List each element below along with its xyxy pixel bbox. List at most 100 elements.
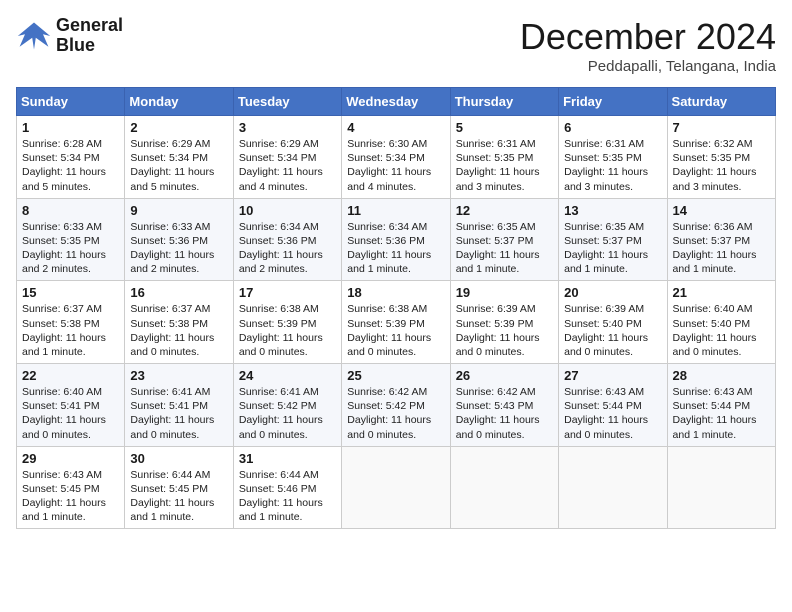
day-number: 10	[239, 203, 336, 218]
calendar-cell: 16Sunrise: 6:37 AMSunset: 5:38 PMDayligh…	[125, 281, 233, 364]
day-number: 5	[456, 120, 553, 135]
month-title: December 2024	[520, 16, 776, 58]
day-info: Sunrise: 6:41 AMSunset: 5:42 PMDaylight:…	[239, 385, 336, 442]
calendar-cell: 1 Sunrise: 6:28 AMSunset: 5:34 PMDaylight…	[17, 116, 125, 199]
calendar-cell: 21Sunrise: 6:40 AMSunset: 5:40 PMDayligh…	[667, 281, 775, 364]
day-number: 18	[347, 285, 444, 300]
day-info: Sunrise: 6:43 AMSunset: 5:44 PMDaylight:…	[564, 385, 661, 442]
day-number: 20	[564, 285, 661, 300]
day-info: Sunrise: 6:34 AMSunset: 5:36 PMDaylight:…	[347, 220, 444, 277]
day-number: 28	[673, 368, 770, 383]
day-number: 6	[564, 120, 661, 135]
day-info: Sunrise: 6:38 AMSunset: 5:39 PMDaylight:…	[347, 302, 444, 359]
calendar-cell: 6 Sunrise: 6:31 AMSunset: 5:35 PMDaylight…	[559, 116, 667, 199]
calendar-cell: 30 Sunrise: 6:44 AMSunset: 5:45 PMDayligh…	[125, 446, 233, 529]
calendar-cell: 15 Sunrise: 6:37 AMSunset: 5:38 PMDayligh…	[17, 281, 125, 364]
day-info: Sunrise: 6:28 AMSunset: 5:34 PMDaylight:…	[22, 137, 119, 194]
day-number: 24	[239, 368, 336, 383]
day-number: 27	[564, 368, 661, 383]
calendar-cell: 25Sunrise: 6:42 AMSunset: 5:42 PMDayligh…	[342, 364, 450, 447]
calendar-cell: 4 Sunrise: 6:30 AMSunset: 5:34 PMDaylight…	[342, 116, 450, 199]
day-number: 30	[130, 451, 227, 466]
day-number: 7	[673, 120, 770, 135]
day-info: Sunrise: 6:39 AMSunset: 5:39 PMDaylight:…	[456, 302, 553, 359]
day-info: Sunrise: 6:42 AMSunset: 5:42 PMDaylight:…	[347, 385, 444, 442]
calendar-week-row: 1 Sunrise: 6:28 AMSunset: 5:34 PMDaylight…	[17, 116, 776, 199]
day-number: 31	[239, 451, 336, 466]
day-info: Sunrise: 6:33 AMSunset: 5:36 PMDaylight:…	[130, 220, 227, 277]
calendar-cell: 7 Sunrise: 6:32 AMSunset: 5:35 PMDaylight…	[667, 116, 775, 199]
calendar-day-header: Saturday	[667, 88, 775, 116]
day-info: Sunrise: 6:39 AMSunset: 5:40 PMDaylight:…	[564, 302, 661, 359]
day-number: 19	[456, 285, 553, 300]
calendar-table: SundayMondayTuesdayWednesdayThursdayFrid…	[16, 87, 776, 529]
calendar-cell: 27 Sunrise: 6:43 AMSunset: 5:44 PMDayligh…	[559, 364, 667, 447]
calendar-day-header: Monday	[125, 88, 233, 116]
day-number: 16	[130, 285, 227, 300]
day-number: 26	[456, 368, 553, 383]
day-number: 23	[130, 368, 227, 383]
day-number: 1	[22, 120, 119, 135]
calendar-cell	[450, 446, 558, 529]
calendar-day-header: Sunday	[17, 88, 125, 116]
logo: General Blue	[16, 16, 123, 56]
day-info: Sunrise: 6:44 AMSunset: 5:46 PMDaylight:…	[239, 468, 336, 525]
day-info: Sunrise: 6:37 AMSunset: 5:38 PMDaylight:…	[22, 302, 119, 359]
calendar-cell: 9Sunrise: 6:33 AMSunset: 5:36 PMDaylight…	[125, 198, 233, 281]
day-info: Sunrise: 6:31 AMSunset: 5:35 PMDaylight:…	[564, 137, 661, 194]
calendar-week-row: 8Sunrise: 6:33 AMSunset: 5:35 PMDaylight…	[17, 198, 776, 281]
calendar-cell: 13Sunrise: 6:35 AMSunset: 5:37 PMDayligh…	[559, 198, 667, 281]
calendar-cell: 31 Sunrise: 6:44 AMSunset: 5:46 PMDayligh…	[233, 446, 341, 529]
day-number: 4	[347, 120, 444, 135]
calendar-cell: 14 Sunrise: 6:36 AMSunset: 5:37 PMDayligh…	[667, 198, 775, 281]
day-number: 8	[22, 203, 119, 218]
day-info: Sunrise: 6:43 AMSunset: 5:44 PMDaylight:…	[673, 385, 770, 442]
calendar-cell: 3 Sunrise: 6:29 AMSunset: 5:34 PMDaylight…	[233, 116, 341, 199]
day-number: 11	[347, 203, 444, 218]
calendar-cell	[667, 446, 775, 529]
day-info: Sunrise: 6:34 AMSunset: 5:36 PMDaylight:…	[239, 220, 336, 277]
day-info: Sunrise: 6:44 AMSunset: 5:45 PMDaylight:…	[130, 468, 227, 525]
calendar-cell: 18 Sunrise: 6:38 AMSunset: 5:39 PMDayligh…	[342, 281, 450, 364]
day-info: Sunrise: 6:41 AMSunset: 5:41 PMDaylight:…	[130, 385, 227, 442]
logo-bird-icon	[16, 18, 52, 54]
day-number: 29	[22, 451, 119, 466]
day-info: Sunrise: 6:43 AMSunset: 5:45 PMDaylight:…	[22, 468, 119, 525]
day-info: Sunrise: 6:32 AMSunset: 5:35 PMDaylight:…	[673, 137, 770, 194]
calendar-header-row: SundayMondayTuesdayWednesdayThursdayFrid…	[17, 88, 776, 116]
day-info: Sunrise: 6:40 AMSunset: 5:40 PMDaylight:…	[673, 302, 770, 359]
calendar-cell: 10 Sunrise: 6:34 AMSunset: 5:36 PMDayligh…	[233, 198, 341, 281]
calendar-cell: 23 Sunrise: 6:41 AMSunset: 5:41 PMDayligh…	[125, 364, 233, 447]
calendar-cell: 2 Sunrise: 6:29 AMSunset: 5:34 PMDaylight…	[125, 116, 233, 199]
page-header: General Blue December 2024 Peddapalli, T…	[16, 16, 776, 75]
calendar-cell	[559, 446, 667, 529]
day-number: 15	[22, 285, 119, 300]
calendar-cell: 22 Sunrise: 6:40 AMSunset: 5:41 PMDayligh…	[17, 364, 125, 447]
day-info: Sunrise: 6:36 AMSunset: 5:37 PMDaylight:…	[673, 220, 770, 277]
calendar-cell: 24 Sunrise: 6:41 AMSunset: 5:42 PMDayligh…	[233, 364, 341, 447]
calendar-cell: 28 Sunrise: 6:43 AMSunset: 5:44 PMDayligh…	[667, 364, 775, 447]
day-info: Sunrise: 6:30 AMSunset: 5:34 PMDaylight:…	[347, 137, 444, 194]
calendar-week-row: 22 Sunrise: 6:40 AMSunset: 5:41 PMDayligh…	[17, 364, 776, 447]
calendar-cell: 19 Sunrise: 6:39 AMSunset: 5:39 PMDayligh…	[450, 281, 558, 364]
day-info: Sunrise: 6:29 AMSunset: 5:34 PMDaylight:…	[239, 137, 336, 194]
calendar-cell: 17Sunrise: 6:38 AMSunset: 5:39 PMDayligh…	[233, 281, 341, 364]
day-number: 12	[456, 203, 553, 218]
day-info: Sunrise: 6:42 AMSunset: 5:43 PMDaylight:…	[456, 385, 553, 442]
day-number: 14	[673, 203, 770, 218]
calendar-cell: 20 Sunrise: 6:39 AMSunset: 5:40 PMDayligh…	[559, 281, 667, 364]
calendar-cell: 26 Sunrise: 6:42 AMSunset: 5:43 PMDayligh…	[450, 364, 558, 447]
calendar-week-row: 15 Sunrise: 6:37 AMSunset: 5:38 PMDayligh…	[17, 281, 776, 364]
calendar-week-row: 29 Sunrise: 6:43 AMSunset: 5:45 PMDayligh…	[17, 446, 776, 529]
calendar-day-header: Thursday	[450, 88, 558, 116]
day-number: 2	[130, 120, 227, 135]
day-number: 3	[239, 120, 336, 135]
day-info: Sunrise: 6:31 AMSunset: 5:35 PMDaylight:…	[456, 137, 553, 194]
day-number: 17	[239, 285, 336, 300]
day-info: Sunrise: 6:29 AMSunset: 5:34 PMDaylight:…	[130, 137, 227, 194]
day-number: 22	[22, 368, 119, 383]
calendar-day-header: Friday	[559, 88, 667, 116]
day-info: Sunrise: 6:40 AMSunset: 5:41 PMDaylight:…	[22, 385, 119, 442]
calendar-cell: 11 Sunrise: 6:34 AMSunset: 5:36 PMDayligh…	[342, 198, 450, 281]
calendar-cell: 29 Sunrise: 6:43 AMSunset: 5:45 PMDayligh…	[17, 446, 125, 529]
